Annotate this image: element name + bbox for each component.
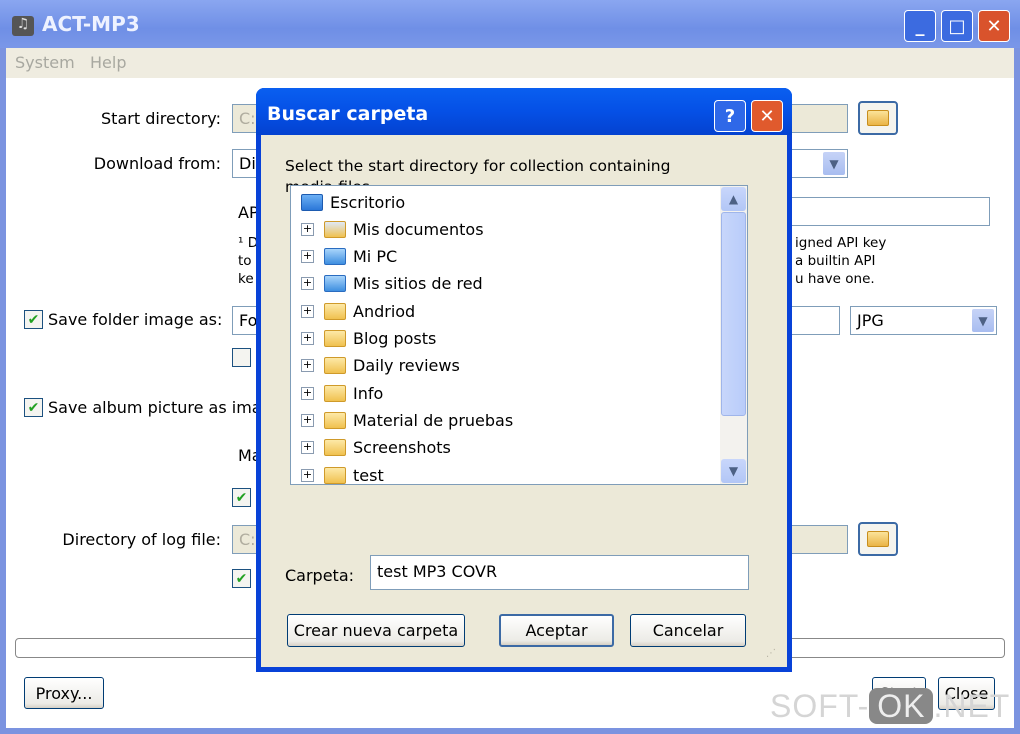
maximize-button[interactable]: □ bbox=[941, 10, 973, 42]
expand-icon[interactable]: + bbox=[301, 332, 314, 345]
save-album-picture-label: Save album picture as imag bbox=[48, 398, 272, 417]
folder-tree[interactable]: Escritorio + Mis documentos + Mi PC + Mis siti… bbox=[290, 185, 748, 485]
folder-browse-icon bbox=[867, 110, 889, 126]
expand-icon[interactable]: + bbox=[301, 468, 314, 482]
desktop-icon bbox=[301, 193, 323, 211]
tree-item[interactable]: + test bbox=[301, 462, 384, 485]
expand-icon[interactable]: + bbox=[301, 304, 314, 318]
folder-icon bbox=[324, 466, 346, 484]
image-format-value: JPG bbox=[857, 311, 884, 330]
tree-item-label: Screenshots bbox=[353, 438, 451, 458]
tree-item[interactable]: + Andriod bbox=[301, 298, 415, 324]
expand-icon[interactable]: + bbox=[301, 441, 314, 455]
log-dir-label: Directory of log file: bbox=[62, 530, 221, 549]
folder-label: Carpeta: bbox=[285, 566, 355, 585]
note-line: a builtin API bbox=[795, 253, 876, 269]
browse-folder-dialog: Buscar carpeta ? ✕ Select the start dire… bbox=[256, 88, 792, 672]
help-button[interactable]: ? bbox=[714, 100, 746, 132]
tree-item[interactable]: + Screenshots bbox=[301, 435, 451, 461]
tree-item[interactable]: + Daily reviews bbox=[301, 353, 460, 379]
chevron-down-icon: ▼ bbox=[972, 309, 994, 332]
tree-item-label: Material de pruebas bbox=[353, 410, 514, 430]
scroll-down-icon[interactable]: ▼ bbox=[721, 459, 746, 483]
tree-item[interactable]: + Material de pruebas bbox=[301, 407, 513, 433]
resize-grip-icon[interactable]: ⋰ bbox=[766, 648, 776, 659]
browse-log-dir-button[interactable] bbox=[858, 522, 898, 556]
menu-bar bbox=[6, 48, 1014, 78]
api-note-right: igned API key a builtin API u have one. bbox=[795, 234, 886, 288]
new-folder-button[interactable]: Crear nueva carpeta bbox=[287, 614, 465, 647]
menu-help[interactable]: Help bbox=[90, 53, 126, 72]
my-computer-icon bbox=[324, 248, 346, 266]
tree-item-label: Blog posts bbox=[353, 329, 437, 348]
tree-scrollbar[interactable]: ▲ ▼ bbox=[720, 186, 747, 484]
folder-icon bbox=[324, 357, 346, 375]
tree-item[interactable]: + Info bbox=[301, 380, 383, 406]
tree-item[interactable]: + Blog posts bbox=[301, 326, 436, 352]
tree-item-label: Mis sitios de red bbox=[353, 274, 483, 294]
network-icon bbox=[324, 275, 346, 293]
close-window-button[interactable]: ✕ bbox=[978, 10, 1010, 42]
folder-browse-icon bbox=[867, 531, 889, 547]
expand-icon[interactable]: + bbox=[301, 359, 314, 373]
folder-icon bbox=[324, 302, 346, 320]
menu-system[interactable]: System bbox=[15, 53, 75, 72]
ok-button[interactable]: Aceptar bbox=[499, 614, 614, 647]
download-from-label: Download from: bbox=[93, 154, 221, 173]
tree-item-label: Mis documentos bbox=[353, 219, 484, 239]
my-documents-icon bbox=[324, 220, 346, 238]
note-line: u have one. bbox=[795, 271, 875, 287]
scroll-up-icon[interactable]: ▲ bbox=[721, 187, 746, 211]
watermark-right: .NET bbox=[933, 688, 1011, 724]
folder-icon bbox=[324, 330, 346, 347]
watermark: SOFT- OK .NET bbox=[770, 688, 1010, 725]
tree-item-label: test bbox=[353, 465, 384, 485]
folder-name-input[interactable]: test MP3 COVR bbox=[370, 555, 749, 590]
folder-icon bbox=[324, 384, 346, 402]
save-folder-image-checkbox[interactable]: ✔ bbox=[24, 310, 43, 329]
expand-icon[interactable]: + bbox=[301, 277, 314, 291]
save-album-picture-checkbox[interactable]: ✔ bbox=[24, 398, 43, 417]
folder-icon bbox=[324, 439, 346, 457]
app-music-icon: ♫ bbox=[12, 16, 34, 36]
expand-icon[interactable]: + bbox=[301, 222, 314, 236]
scroll-thumb[interactable] bbox=[721, 212, 746, 416]
watermark-left: SOFT- bbox=[770, 688, 870, 724]
tree-item[interactable]: Escritorio bbox=[301, 189, 405, 215]
browse-start-dir-button[interactable] bbox=[858, 101, 898, 135]
tree-item-label: Andriod bbox=[353, 301, 416, 321]
folder-option-checkbox[interactable]: ✔ bbox=[232, 348, 251, 367]
tree-item[interactable]: + Mis sitios de red bbox=[301, 271, 483, 297]
note-line: igned API key bbox=[795, 235, 887, 251]
dialog-title: Buscar carpeta bbox=[267, 103, 429, 125]
proxy-button[interactable]: Proxy... bbox=[24, 677, 104, 709]
album-option-checkbox[interactable]: ✔ bbox=[232, 488, 251, 507]
start-directory-label: Start directory: bbox=[101, 109, 221, 128]
folder-icon bbox=[324, 411, 346, 429]
save-folder-image-label: Save folder image as: bbox=[48, 310, 223, 329]
tree-item-label: Mi PC bbox=[353, 247, 398, 267]
image-format-select[interactable]: JPG ▼ bbox=[850, 306, 997, 335]
expand-icon[interactable]: + bbox=[301, 386, 314, 400]
chevron-down-icon: ▼ bbox=[823, 152, 845, 175]
expand-icon[interactable]: + bbox=[301, 413, 314, 427]
expand-icon[interactable]: + bbox=[301, 250, 314, 264]
tree-item-label: Daily reviews bbox=[353, 356, 460, 376]
tree-item[interactable]: + Mi PC bbox=[301, 244, 397, 270]
log-option-checkbox[interactable]: ✔ bbox=[232, 569, 251, 588]
cancel-button[interactable]: Cancelar bbox=[630, 614, 746, 647]
window-title: ACT-MP3 bbox=[42, 12, 140, 36]
tree-item-label: Escritorio bbox=[330, 192, 406, 212]
minimize-button[interactable]: _ bbox=[904, 10, 936, 42]
watermark-mid: OK bbox=[869, 688, 934, 724]
tree-item-label: Info bbox=[353, 383, 384, 403]
dialog-close-button[interactable]: ✕ bbox=[751, 100, 783, 132]
tree-item[interactable]: + Mis documentos bbox=[301, 216, 484, 242]
title-bar bbox=[0, 0, 1020, 48]
